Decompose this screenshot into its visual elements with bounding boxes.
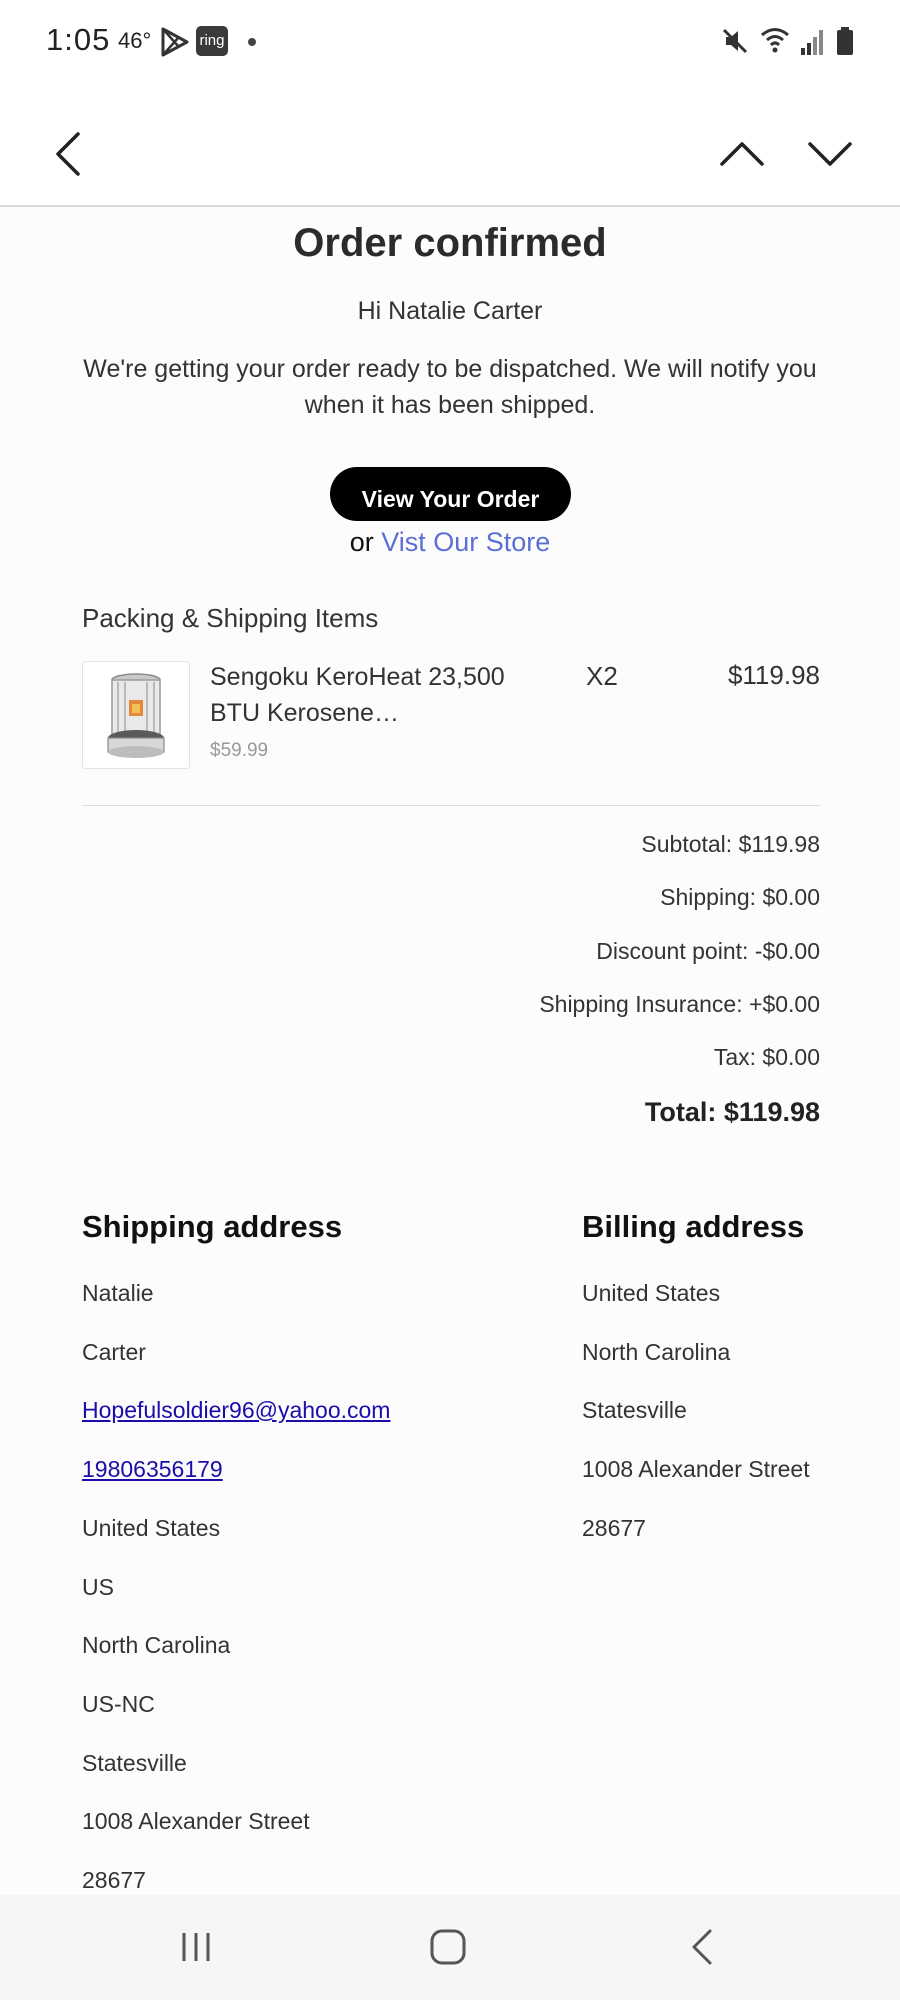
- email-body: Order confirmed Hi Natalie Carter We're …: [0, 207, 900, 1895]
- shipping-country-code: US: [82, 1574, 114, 1600]
- items-section-title: Packing & Shipping Items: [82, 603, 379, 633]
- store-line: or Vist Our Store: [0, 527, 900, 558]
- view-order-button[interactable]: View Your Order: [330, 467, 571, 521]
- back-icon[interactable]: [688, 1925, 716, 1969]
- billing-zip: 28677: [582, 1515, 646, 1541]
- wifi-icon: [761, 28, 789, 53]
- system-nav-bar: [0, 1895, 900, 2000]
- kerosene-heater-image[interactable]: [82, 661, 190, 769]
- shipping-state: North Carolina: [82, 1632, 231, 1658]
- page-title: Order confirmed: [293, 221, 607, 265]
- dispatch-message: We're getting your order ready to be dis…: [83, 355, 817, 419]
- shipping-phone-link[interactable]: 19806356179: [82, 1456, 223, 1483]
- shipping-state-code: US-NC: [82, 1691, 155, 1717]
- chevron-down-icon[interactable]: [806, 138, 854, 170]
- billing-state: North Carolina: [582, 1339, 731, 1365]
- insurance-line: Shipping Insurance: +$0.00: [539, 991, 820, 1017]
- status-time: 1:05: [46, 22, 111, 57]
- signal-icon: [801, 30, 823, 55]
- billing-country: United States: [582, 1280, 721, 1306]
- shipping-country: United States: [82, 1515, 221, 1541]
- recent-apps-icon[interactable]: [178, 1927, 214, 1967]
- item-name[interactable]: Sengoku KeroHeat 23,500 BTU Kerosene…: [210, 659, 510, 731]
- back-arrow-icon[interactable]: [48, 130, 88, 178]
- greeting-text: Hi Natalie Carter: [357, 297, 543, 325]
- play-store-icon: [161, 27, 189, 57]
- email-toolbar: [0, 82, 900, 207]
- battery-icon: [837, 27, 853, 55]
- total-line: Total: $119.98: [644, 1097, 820, 1127]
- notification-dot-icon: [248, 38, 256, 46]
- shipping-last-name: Carter: [82, 1339, 146, 1365]
- shipping-address-heading: Shipping address: [82, 1209, 343, 1244]
- billing-city: Statesville: [582, 1397, 687, 1423]
- item-unit-price: $59.99: [210, 740, 269, 761]
- billing-street: 1008 Alexander Street: [582, 1456, 810, 1482]
- shipping-email-link[interactable]: Hopefulsoldier96@yahoo.com: [82, 1397, 390, 1424]
- visit-store-link[interactable]: Vist Our Store: [381, 527, 550, 557]
- status-temperature: 46°: [118, 28, 152, 53]
- shipping-street: 1008 Alexander Street: [82, 1808, 310, 1834]
- tax-line: Tax: $0.00: [713, 1044, 820, 1070]
- shipping-city: Statesville: [82, 1750, 187, 1776]
- item-total-price: $119.98: [727, 660, 820, 690]
- item-quantity: X2: [586, 661, 618, 691]
- home-icon[interactable]: [428, 1925, 468, 1969]
- subtotal-line: Subtotal: $119.98: [641, 831, 820, 857]
- mute-icon: [722, 28, 748, 54]
- shipping-line: Shipping: $0.00: [660, 884, 820, 910]
- chevron-up-icon[interactable]: [718, 138, 766, 170]
- status-bar: 1:05 46° ring: [0, 0, 900, 82]
- shipping-zip: 28677: [82, 1867, 146, 1893]
- kerosene-heater-icon: [107, 673, 165, 758]
- billing-address-heading: Billing address: [582, 1209, 805, 1244]
- or-text: or: [349, 527, 382, 557]
- ring-icon: ring: [196, 26, 228, 56]
- divider: [82, 805, 820, 806]
- discount-line: Discount point: -$0.00: [596, 938, 820, 964]
- shipping-first-name: Natalie: [82, 1280, 154, 1306]
